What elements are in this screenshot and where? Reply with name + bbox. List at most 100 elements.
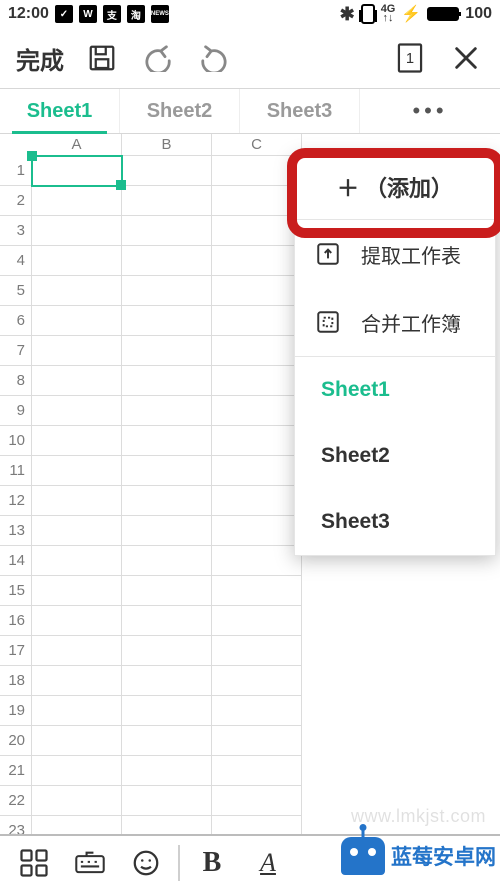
apps-button[interactable]	[6, 835, 62, 890]
cell-B14[interactable]	[122, 546, 212, 576]
menu-sheet-3[interactable]: Sheet3	[295, 489, 495, 555]
cell-A14[interactable]	[32, 546, 122, 576]
cell-C17[interactable]	[212, 636, 302, 666]
cell-B1[interactable]	[122, 156, 212, 186]
menu-merge-workbook[interactable]: 合并工作簿	[295, 288, 495, 356]
row-header-16[interactable]: 16	[0, 606, 32, 636]
save-button[interactable]	[78, 34, 126, 82]
cell-A11[interactable]	[32, 456, 122, 486]
menu-add-sheet[interactable]: ＋ （添加）	[295, 155, 495, 219]
row-header-20[interactable]: 20	[0, 726, 32, 756]
cell-C3[interactable]	[212, 216, 302, 246]
row-header-9[interactable]: 9	[0, 396, 32, 426]
cell-A1[interactable]	[32, 156, 122, 186]
page-indicator[interactable]: 1	[386, 34, 434, 82]
cell-A10[interactable]	[32, 426, 122, 456]
cell-A18[interactable]	[32, 666, 122, 696]
cell-B7[interactable]	[122, 336, 212, 366]
cell-B8[interactable]	[122, 366, 212, 396]
cell-A4[interactable]	[32, 246, 122, 276]
cell-B15[interactable]	[122, 576, 212, 606]
col-header-A[interactable]: A	[32, 134, 122, 156]
close-button[interactable]	[442, 34, 490, 82]
cell-B11[interactable]	[122, 456, 212, 486]
cell-A16[interactable]	[32, 606, 122, 636]
cell-A20[interactable]	[32, 726, 122, 756]
row-header-12[interactable]: 12	[0, 486, 32, 516]
row-header-4[interactable]: 4	[0, 246, 32, 276]
cell-C19[interactable]	[212, 696, 302, 726]
keyboard-button[interactable]	[62, 835, 118, 890]
cell-A22[interactable]	[32, 786, 122, 816]
row-header-10[interactable]: 10	[0, 426, 32, 456]
sheet-tab-3[interactable]: Sheet3	[240, 89, 360, 133]
menu-sheet-1[interactable]: Sheet1	[295, 357, 495, 423]
cell-C9[interactable]	[212, 396, 302, 426]
cell-A17[interactable]	[32, 636, 122, 666]
redo-button[interactable]	[190, 34, 238, 82]
cell-C20[interactable]	[212, 726, 302, 756]
assistant-button[interactable]	[118, 835, 174, 890]
row-header-3[interactable]: 3	[0, 216, 32, 246]
cell-B17[interactable]	[122, 636, 212, 666]
col-header-C[interactable]: C	[212, 134, 302, 156]
cell-B4[interactable]	[122, 246, 212, 276]
row-header-2[interactable]: 2	[0, 186, 32, 216]
cell-B9[interactable]	[122, 396, 212, 426]
cell-A6[interactable]	[32, 306, 122, 336]
cell-A13[interactable]	[32, 516, 122, 546]
row-header-8[interactable]: 8	[0, 366, 32, 396]
cell-B3[interactable]	[122, 216, 212, 246]
cell-B10[interactable]	[122, 426, 212, 456]
sheet-tab-1[interactable]: Sheet1	[0, 89, 120, 133]
bold-button[interactable]: B	[184, 835, 240, 890]
cell-B21[interactable]	[122, 756, 212, 786]
cell-C16[interactable]	[212, 606, 302, 636]
menu-sheet-2[interactable]: Sheet2	[295, 423, 495, 489]
row-header-17[interactable]: 17	[0, 636, 32, 666]
sheet-tabs-more[interactable]: •••	[360, 89, 500, 133]
cell-A12[interactable]	[32, 486, 122, 516]
cell-C4[interactable]	[212, 246, 302, 276]
cell-B6[interactable]	[122, 306, 212, 336]
row-header-21[interactable]: 21	[0, 756, 32, 786]
cell-C5[interactable]	[212, 276, 302, 306]
undo-button[interactable]	[134, 34, 182, 82]
row-header-13[interactable]: 13	[0, 516, 32, 546]
font-color-button[interactable]: A	[240, 835, 296, 890]
cell-A3[interactable]	[32, 216, 122, 246]
cell-A5[interactable]	[32, 276, 122, 306]
col-header-B[interactable]: B	[122, 134, 212, 156]
cell-A2[interactable]	[32, 186, 122, 216]
row-header-6[interactable]: 6	[0, 306, 32, 336]
cell-C12[interactable]	[212, 486, 302, 516]
row-header-11[interactable]: 11	[0, 456, 32, 486]
row-header-22[interactable]: 22	[0, 786, 32, 816]
cell-B12[interactable]	[122, 486, 212, 516]
cell-C2[interactable]	[212, 186, 302, 216]
row-header-14[interactable]: 14	[0, 546, 32, 576]
cell-A19[interactable]	[32, 696, 122, 726]
menu-extract-sheet[interactable]: 提取工作表	[295, 220, 495, 288]
row-header-15[interactable]: 15	[0, 576, 32, 606]
cell-C21[interactable]	[212, 756, 302, 786]
cell-C10[interactable]	[212, 426, 302, 456]
cell-B2[interactable]	[122, 186, 212, 216]
row-header-18[interactable]: 18	[0, 666, 32, 696]
done-button[interactable]: 完成	[10, 41, 70, 76]
cell-A9[interactable]	[32, 396, 122, 426]
cell-C6[interactable]	[212, 306, 302, 336]
sheet-tab-2[interactable]: Sheet2	[120, 89, 240, 133]
cell-C15[interactable]	[212, 576, 302, 606]
cell-C8[interactable]	[212, 366, 302, 396]
cell-C14[interactable]	[212, 546, 302, 576]
row-header-5[interactable]: 5	[0, 276, 32, 306]
cell-C13[interactable]	[212, 516, 302, 546]
cell-B22[interactable]	[122, 786, 212, 816]
cell-C1[interactable]	[212, 156, 302, 186]
cell-C11[interactable]	[212, 456, 302, 486]
cell-C7[interactable]	[212, 336, 302, 366]
cell-A15[interactable]	[32, 576, 122, 606]
row-header-19[interactable]: 19	[0, 696, 32, 726]
cell-B13[interactable]	[122, 516, 212, 546]
